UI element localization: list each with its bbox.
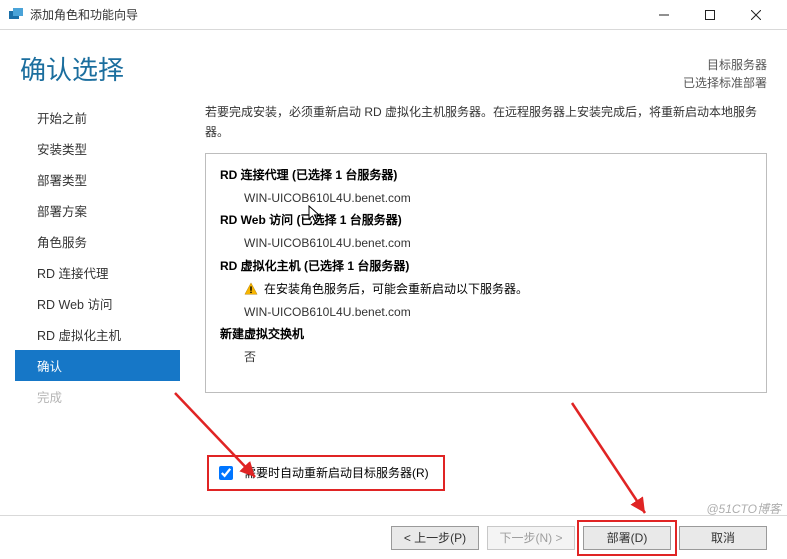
- app-icon: [8, 7, 24, 23]
- target-sub: 已选择标准部署: [683, 74, 767, 92]
- review-box[interactable]: RD 连接代理 (已选择 1 台服务器) WIN-UICOB610L4U.ben…: [205, 153, 767, 393]
- cancel-button[interactable]: 取消: [679, 526, 767, 550]
- role-title-rd-virt: RD 虚拟化主机 (已选择 1 台服务器): [220, 255, 752, 278]
- role-server-rd-virt: WIN-UICOB610L4U.benet.com: [220, 301, 752, 324]
- content-area: 若要完成安装，必须重新启动 RD 虚拟化主机服务器。在远程服务器上安装完成后，将…: [180, 102, 767, 491]
- role-server-rd-broker: WIN-UICOB610L4U.benet.com: [220, 187, 752, 210]
- role-title-vswitch: 新建虚拟交换机: [220, 323, 752, 346]
- wizard-sidebar: 开始之前 安装类型 部署类型 部署方案 角色服务 RD 连接代理 RD Web …: [15, 102, 180, 491]
- instruction-text: 若要完成安装，必须重新启动 RD 虚拟化主机服务器。在远程服务器上安装完成后，将…: [205, 102, 767, 143]
- nav-confirm[interactable]: 确认: [15, 350, 180, 381]
- page-title: 确认选择: [20, 50, 124, 87]
- window-title: 添加角色和功能向导: [30, 6, 138, 23]
- target-info: 目标服务器 已选择标准部署: [683, 50, 767, 92]
- auto-restart-checkbox-row[interactable]: 需要时自动重新启动目标服务器(R): [207, 455, 445, 491]
- nav-rd-virtualization-host[interactable]: RD 虚拟化主机: [15, 319, 180, 350]
- nav-deploy-scenario[interactable]: 部署方案: [15, 195, 180, 226]
- nav-before-begin[interactable]: 开始之前: [15, 102, 180, 133]
- nav-deploy-type[interactable]: 部署类型: [15, 164, 180, 195]
- maximize-button[interactable]: [687, 0, 733, 30]
- minimize-button[interactable]: [641, 0, 687, 30]
- role-warning-rd-virt: 在安装角色服务后，可能会重新启动以下服务器。: [220, 278, 752, 301]
- target-label: 目标服务器: [683, 56, 767, 74]
- nav-role-services[interactable]: 角色服务: [15, 226, 180, 257]
- role-warning-text: 在安装角色服务后，可能会重新启动以下服务器。: [264, 278, 528, 301]
- warning-icon: [244, 282, 258, 296]
- auto-restart-label: 需要时自动重新启动目标服务器(R): [244, 464, 429, 481]
- role-title-rd-web: RD Web 访问 (已选择 1 台服务器): [220, 209, 752, 232]
- nav-complete: 完成: [15, 381, 180, 412]
- next-button: 下一步(N) >: [487, 526, 575, 550]
- title-bar: 添加角色和功能向导: [0, 0, 787, 30]
- auto-restart-checkbox[interactable]: [219, 466, 233, 480]
- role-title-rd-broker: RD 连接代理 (已选择 1 台服务器): [220, 164, 752, 187]
- role-server-rd-web: WIN-UICOB610L4U.benet.com: [220, 232, 752, 255]
- page-header: 确认选择 目标服务器 已选择标准部署: [0, 30, 787, 92]
- role-vswitch-value: 否: [220, 346, 752, 369]
- nav-rd-web-access[interactable]: RD Web 访问: [15, 288, 180, 319]
- nav-rd-connection-broker[interactable]: RD 连接代理: [15, 257, 180, 288]
- previous-button[interactable]: < 上一步(P): [391, 526, 479, 550]
- close-button[interactable]: [733, 0, 779, 30]
- nav-install-type[interactable]: 安装类型: [15, 133, 180, 164]
- deploy-button[interactable]: 部署(D): [583, 526, 671, 550]
- watermark: @51CTO博客: [706, 500, 781, 517]
- button-row: < 上一步(P) 下一步(N) > 部署(D) 取消: [0, 515, 787, 559]
